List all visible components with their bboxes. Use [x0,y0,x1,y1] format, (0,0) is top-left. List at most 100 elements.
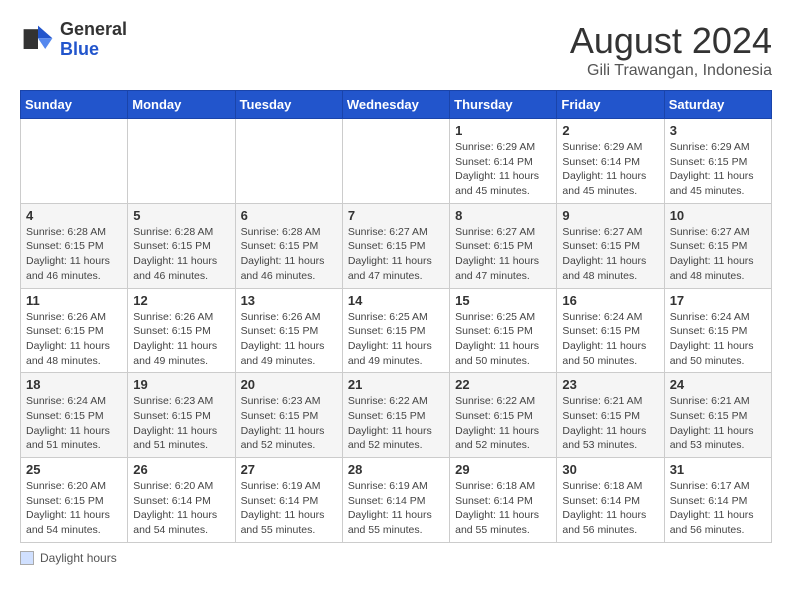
month-year: August 2024 [570,20,772,62]
day-number: 10 [670,208,766,223]
day-info: Sunrise: 6:27 AM Sunset: 6:15 PM Dayligh… [348,225,444,284]
day-number: 23 [562,377,658,392]
calendar-cell: 17Sunrise: 6:24 AM Sunset: 6:15 PM Dayli… [664,288,771,373]
day-number: 1 [455,123,551,138]
day-info: Sunrise: 6:26 AM Sunset: 6:15 PM Dayligh… [241,310,337,369]
calendar-cell: 15 Sunrise: 6:25 AM Sunset: 6:15 PM Dayli… [450,288,557,373]
day-info: Sunrise: 6:29 AM Sunset: 6:15 PM Dayligh… [670,140,766,199]
day-number: 9 [562,208,658,223]
calendar-header-row: SundayMondayTuesdayWednesdayThursdayFrid… [21,91,772,119]
day-info: Sunrise: 6:18 AM Sunset: 6:14 PM Dayligh… [562,479,658,538]
day-number: 28 [348,462,444,477]
day-info: Sunrise: 6:23 AM Sunset: 6:15 PM Dayligh… [241,394,337,453]
day-info: Sunrise: 6:28 AM Sunset: 6:15 PM Dayligh… [26,225,122,284]
calendar-cell: 3 Sunrise: 6:29 AM Sunset: 6:15 PM Daylig… [664,119,771,204]
day-info: Sunrise: 6:24 AM Sunset: 6:15 PM Dayligh… [562,310,658,369]
day-info: Sunrise: 6:20 AM Sunset: 6:14 PM Dayligh… [133,479,229,538]
calendar-cell: 6 Sunrise: 6:28 AM Sunset: 6:15 PM Daylig… [235,203,342,288]
logo-blue: Blue [60,39,99,59]
page-header: General Blue August 2024 Gili Trawangan,… [20,20,772,80]
day-of-week-header: Friday [557,91,664,119]
calendar-cell: 18Sunrise: 6:24 AM Sunset: 6:15 PM Dayli… [21,373,128,458]
footer-label: Daylight hours [40,551,117,565]
calendar-cell: 20 Sunrise: 6:23 AM Sunset: 6:15 PM Dayli… [235,373,342,458]
calendar-cell: 28Sunrise: 6:19 AM Sunset: 6:14 PM Dayli… [342,458,449,543]
day-info: Sunrise: 6:28 AM Sunset: 6:15 PM Dayligh… [241,225,337,284]
calendar-cell: 9 Sunrise: 6:27 AM Sunset: 6:15 PM Daylig… [557,203,664,288]
calendar-cell: 10Sunrise: 6:27 AM Sunset: 6:15 PM Dayli… [664,203,771,288]
day-number: 14 [348,293,444,308]
day-info: Sunrise: 6:28 AM Sunset: 6:15 PM Dayligh… [133,225,229,284]
calendar-cell: 5 Sunrise: 6:28 AM Sunset: 6:15 PM Daylig… [128,203,235,288]
calendar-cell: 1 Sunrise: 6:29 AM Sunset: 6:14 PM Daylig… [450,119,557,204]
calendar-cell: 2Sunrise: 6:29 AM Sunset: 6:14 PM Daylig… [557,119,664,204]
calendar-cell: 26 Sunrise: 6:20 AM Sunset: 6:14 PM Dayli… [128,458,235,543]
calendar-cell [128,119,235,204]
day-number: 12 [133,293,229,308]
day-number: 31 [670,462,766,477]
day-info: Sunrise: 6:22 AM Sunset: 6:15 PM Dayligh… [455,394,551,453]
calendar-cell: 30 Sunrise: 6:18 AM Sunset: 6:14 PM Dayli… [557,458,664,543]
day-of-week-header: Thursday [450,91,557,119]
day-of-week-header: Saturday [664,91,771,119]
day-number: 19 [133,377,229,392]
calendar-week-row: 11 Sunrise: 6:26 AM Sunset: 6:15 PM Dayli… [21,288,772,373]
logo-icon [20,22,56,58]
day-info: Sunrise: 6:18 AM Sunset: 6:14 PM Dayligh… [455,479,551,538]
calendar-cell [342,119,449,204]
calendar-cell: 21 Sunrise: 6:22 AM Sunset: 6:15 PM Dayli… [342,373,449,458]
calendar-week-row: 4Sunrise: 6:28 AM Sunset: 6:15 PM Daylig… [21,203,772,288]
day-number: 22 [455,377,551,392]
day-info: Sunrise: 6:27 AM Sunset: 6:15 PM Dayligh… [562,225,658,284]
day-number: 20 [241,377,337,392]
calendar-cell: 22 Sunrise: 6:22 AM Sunset: 6:15 PM Dayli… [450,373,557,458]
calendar-cell: 14 Sunrise: 6:25 AM Sunset: 6:15 PM Dayli… [342,288,449,373]
calendar-cell: 7Sunrise: 6:27 AM Sunset: 6:15 PM Daylig… [342,203,449,288]
day-number: 6 [241,208,337,223]
day-info: Sunrise: 6:19 AM Sunset: 6:14 PM Dayligh… [241,479,337,538]
day-number: 15 [455,293,551,308]
day-info: Sunrise: 6:20 AM Sunset: 6:15 PM Dayligh… [26,479,122,538]
day-number: 5 [133,208,229,223]
calendar-cell: 16 Sunrise: 6:24 AM Sunset: 6:15 PM Dayli… [557,288,664,373]
day-of-week-header: Sunday [21,91,128,119]
day-of-week-header: Wednesday [342,91,449,119]
day-info: Sunrise: 6:25 AM Sunset: 6:15 PM Dayligh… [455,310,551,369]
calendar-cell: 23Sunrise: 6:21 AM Sunset: 6:15 PM Dayli… [557,373,664,458]
day-number: 27 [241,462,337,477]
calendar-cell: 13 Sunrise: 6:26 AM Sunset: 6:15 PM Dayli… [235,288,342,373]
calendar-cell: 27 Sunrise: 6:19 AM Sunset: 6:14 PM Dayli… [235,458,342,543]
day-info: Sunrise: 6:22 AM Sunset: 6:15 PM Dayligh… [348,394,444,453]
footer-box [20,551,34,565]
day-info: Sunrise: 6:26 AM Sunset: 6:15 PM Dayligh… [133,310,229,369]
footer: Daylight hours [20,551,772,565]
logo-text: General Blue [60,20,127,60]
day-info: Sunrise: 6:24 AM Sunset: 6:15 PM Dayligh… [26,394,122,453]
day-of-week-header: Tuesday [235,91,342,119]
calendar-cell: 8Sunrise: 6:27 AM Sunset: 6:15 PM Daylig… [450,203,557,288]
day-info: Sunrise: 6:21 AM Sunset: 6:15 PM Dayligh… [670,394,766,453]
day-info: Sunrise: 6:17 AM Sunset: 6:14 PM Dayligh… [670,479,766,538]
day-number: 21 [348,377,444,392]
calendar-cell: 31 Sunrise: 6:17 AM Sunset: 6:14 PM Dayli… [664,458,771,543]
day-number: 16 [562,293,658,308]
day-number: 25 [26,462,122,477]
calendar-table: SundayMondayTuesdayWednesdayThursdayFrid… [20,90,772,543]
day-info: Sunrise: 6:23 AM Sunset: 6:15 PM Dayligh… [133,394,229,453]
calendar-cell [235,119,342,204]
logo: General Blue [20,20,127,60]
day-number: 30 [562,462,658,477]
day-number: 3 [670,123,766,138]
day-info: Sunrise: 6:24 AM Sunset: 6:15 PM Dayligh… [670,310,766,369]
title-block: August 2024 Gili Trawangan, Indonesia [570,20,772,80]
day-info: Sunrise: 6:26 AM Sunset: 6:15 PM Dayligh… [26,310,122,369]
day-number: 13 [241,293,337,308]
day-number: 11 [26,293,122,308]
day-number: 29 [455,462,551,477]
day-number: 2 [562,123,658,138]
calendar-cell: 4Sunrise: 6:28 AM Sunset: 6:15 PM Daylig… [21,203,128,288]
day-info: Sunrise: 6:29 AM Sunset: 6:14 PM Dayligh… [455,140,551,199]
day-info: Sunrise: 6:25 AM Sunset: 6:15 PM Dayligh… [348,310,444,369]
calendar-week-row: 18Sunrise: 6:24 AM Sunset: 6:15 PM Dayli… [21,373,772,458]
day-number: 26 [133,462,229,477]
